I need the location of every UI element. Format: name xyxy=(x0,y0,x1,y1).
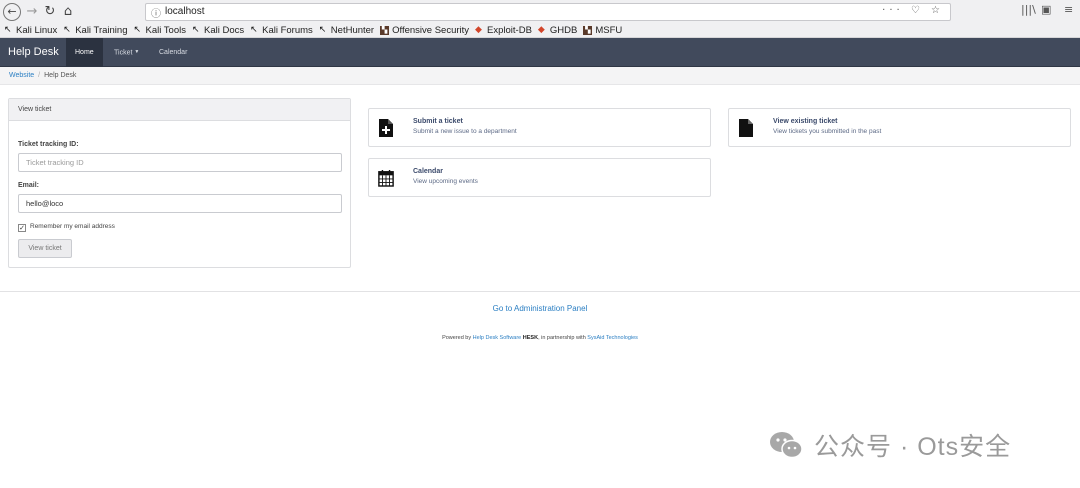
sidebar-icon[interactable]: ▣ xyxy=(1041,3,1051,16)
bookmark-kali-tools[interactable]: ↖ Kali Tools xyxy=(133,24,186,37)
brand-link[interactable]: Help Desk xyxy=(8,46,59,58)
page-actions-icons[interactable]: ··· ♡ ☆ xyxy=(882,5,944,16)
email-label: Email: xyxy=(18,182,40,189)
nav-calendar[interactable]: Calendar xyxy=(150,38,196,67)
card-subtitle: View tickets you submitted in the past xyxy=(773,128,882,135)
document-icon xyxy=(739,119,753,137)
help-desk-software-link[interactable]: Help Desk Software xyxy=(473,335,522,341)
bookmark-kali-training[interactable]: ↖ Kali Training xyxy=(63,24,127,37)
offsec-icon: ▚ xyxy=(380,26,390,35)
hesk-brand: HESK xyxy=(522,335,539,341)
home-icon[interactable]: ⌂ xyxy=(59,3,77,21)
kali-dragon-icon: ↖ xyxy=(133,25,142,35)
bookmark-offensive-security[interactable]: ▚ Offensive Security xyxy=(380,24,469,37)
footer-divider xyxy=(0,291,1080,292)
calendar-icon xyxy=(378,170,394,187)
bookmark-kali-linux[interactable]: ↖ Kali Linux xyxy=(4,24,57,37)
admin-panel-link[interactable]: Go to Administration Panel xyxy=(0,304,1080,313)
remember-email-label: Remember my email address xyxy=(30,223,115,230)
kali-dragon-icon: ↖ xyxy=(250,25,258,35)
powered-by-text: Powered by Help Desk Software HESK, in p… xyxy=(442,335,638,341)
url-text[interactable]: localhost xyxy=(165,6,204,17)
back-icon[interactable]: ← xyxy=(3,3,21,21)
exploitdb-icon: ◆ xyxy=(537,25,545,35)
reload-icon[interactable]: ↻ xyxy=(41,3,59,21)
tracking-id-input[interactable] xyxy=(18,153,342,172)
submit-ticket-card[interactable]: Submit a ticket Submit a new issue to a … xyxy=(368,108,711,147)
bookmark-kali-docs[interactable]: ↖ Kali Docs xyxy=(192,24,244,37)
email-input[interactable] xyxy=(18,194,342,213)
view-existing-ticket-card[interactable]: View existing ticket View tickets you su… xyxy=(728,108,1071,147)
card-title: Submit a ticket xyxy=(413,118,463,125)
wechat-icon xyxy=(770,432,803,459)
bookmark-exploit-db[interactable]: ◆ Exploit-DB xyxy=(475,24,532,37)
new-document-icon xyxy=(379,119,393,137)
bookmarks-bar: ↖ Kali Linux ↖ Kali Training ↖ Kali Tools ↖… xyxy=(4,24,628,37)
kali-dragon-icon: ↖ xyxy=(318,25,327,35)
view-ticket-panel: View ticket Ticket tracking ID: Email: ✓… xyxy=(8,98,351,268)
calendar-card[interactable]: Calendar View upcoming events xyxy=(368,158,711,197)
exploitdb-icon: ◆ xyxy=(475,25,482,35)
tracking-id-label: Ticket tracking ID: xyxy=(18,141,79,148)
card-subtitle: Submit a new issue to a department xyxy=(413,128,517,135)
nav-ticket[interactable]: Ticket ▼ xyxy=(105,38,148,67)
kali-dragon-icon: ↖ xyxy=(4,25,12,35)
breadcrumb-current: Help Desk xyxy=(44,72,77,79)
bookmark-nethunter[interactable]: ↖ NetHunter xyxy=(319,24,374,37)
url-bar[interactable]: ⓘ localhost ··· ♡ ☆ xyxy=(145,3,951,21)
browser-chrome: ← → ↻ ⌂ ⓘ localhost ··· ♡ ☆ |||\ ▣ ≡ ↖ Ka… xyxy=(0,0,1080,38)
caret-down-icon: ▼ xyxy=(134,49,140,55)
card-title: View existing ticket xyxy=(773,118,838,125)
card-title: Calendar xyxy=(413,168,443,175)
panel-heading: View ticket xyxy=(9,99,350,121)
view-ticket-button[interactable]: View ticket xyxy=(18,239,72,258)
sysaid-link[interactable]: SysAid Technologies xyxy=(587,335,638,341)
library-icon[interactable]: |||\ xyxy=(1021,3,1036,16)
info-icon[interactable]: ⓘ xyxy=(151,5,161,20)
breadcrumb-website-link[interactable]: Website xyxy=(9,72,34,79)
bookmark-kali-forums[interactable]: ↖ Kali Forums xyxy=(250,24,313,37)
bookmark-ghdb[interactable]: ◆ GHDB xyxy=(538,24,577,37)
breadcrumb-separator: / xyxy=(38,72,41,79)
watermark-text: 公众号 · Ots安全 xyxy=(814,433,1012,461)
breadcrumb: Website / Help Desk xyxy=(0,67,1080,85)
menu-icon[interactable]: ≡ xyxy=(1064,3,1073,16)
offsec-icon: ▚ xyxy=(583,26,593,35)
card-subtitle: View upcoming events xyxy=(413,178,478,185)
forward-icon[interactable]: → xyxy=(23,3,41,21)
top-navbar: Help Desk Home Ticket ▼ Calendar xyxy=(0,38,1080,67)
remember-email-checkbox[interactable]: ✓ xyxy=(18,224,26,232)
watermark: 公众号 · Ots安全 xyxy=(768,428,1011,462)
kali-dragon-icon: ↖ xyxy=(191,25,200,35)
nav-home[interactable]: Home xyxy=(66,38,103,67)
kali-dragon-icon: ↖ xyxy=(63,25,71,35)
bookmark-msfu[interactable]: ▚ MSFU xyxy=(583,24,622,37)
